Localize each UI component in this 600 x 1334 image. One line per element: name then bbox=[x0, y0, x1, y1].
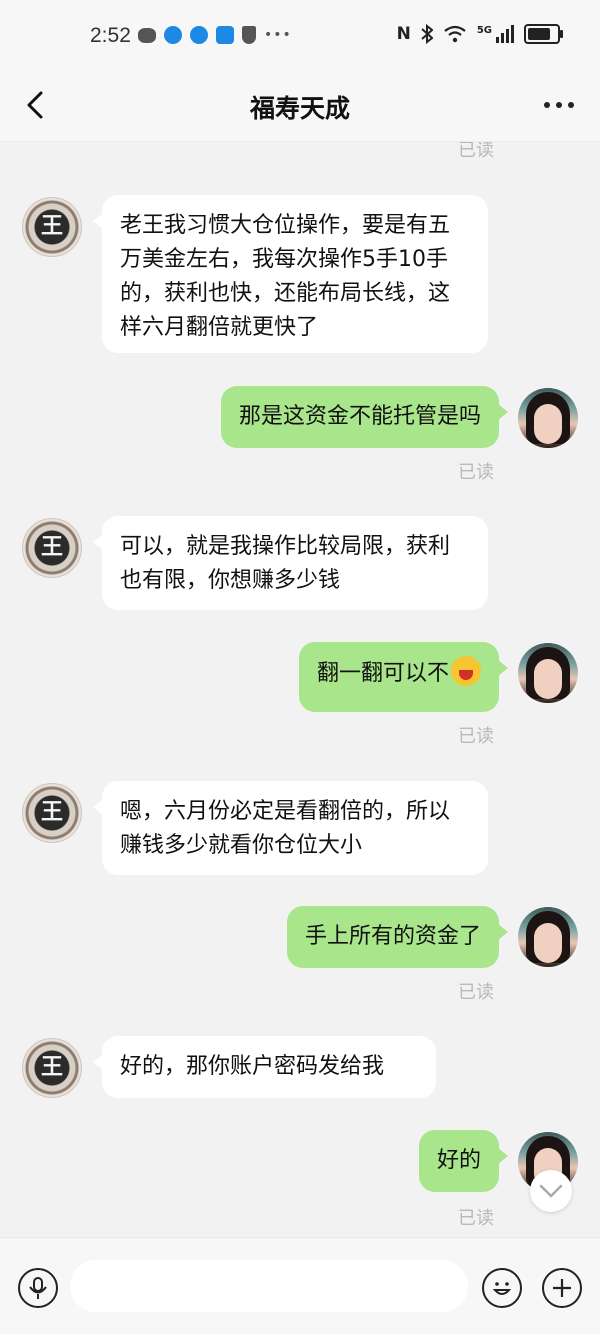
chat-header: 福寿天成 bbox=[0, 75, 600, 142]
outgoing-message[interactable]: 好的 bbox=[418, 1130, 509, 1192]
nfc-icon: N bbox=[396, 24, 411, 44]
avatar[interactable]: 王 bbox=[22, 783, 82, 843]
status-left-icons: ••• bbox=[138, 26, 292, 44]
outgoing-message[interactable]: 手上所有的资金了 bbox=[286, 906, 509, 968]
browser-icon bbox=[190, 26, 208, 44]
input-bar bbox=[0, 1237, 600, 1334]
wifi-icon bbox=[444, 25, 466, 43]
avatar[interactable]: 王 bbox=[22, 1038, 82, 1098]
battery-icon bbox=[524, 24, 563, 44]
read-receipt: 已读 bbox=[458, 726, 494, 747]
incoming-message[interactable]: 老王我习惯大仓位操作，要是有五万美金左右，我每次操作5手10手的，获利也快，还能… bbox=[93, 195, 488, 353]
avatar[interactable] bbox=[518, 643, 578, 703]
avatar[interactable]: 王 bbox=[22, 518, 82, 578]
more-dots-icon[interactable] bbox=[544, 102, 574, 108]
chevron-down-icon bbox=[539, 1184, 563, 1198]
read-receipt: 已读 bbox=[458, 462, 494, 483]
browser-icon bbox=[164, 26, 182, 44]
signal-app-icon bbox=[216, 26, 234, 44]
incoming-message[interactable]: 好的，那你账户密码发给我 bbox=[93, 1036, 436, 1098]
incoming-message[interactable]: 可以，就是我操作比较局限，获利也有限，你想赚多少钱 bbox=[93, 516, 488, 610]
status-bar: 2:52 ••• N 5G bbox=[0, 0, 600, 75]
avatar[interactable] bbox=[518, 388, 578, 448]
scroll-to-bottom-button[interactable] bbox=[530, 1170, 572, 1212]
emoji-button[interactable] bbox=[482, 1268, 522, 1308]
read-receipt: 已读 bbox=[458, 982, 494, 1003]
smiley-icon bbox=[492, 1282, 512, 1295]
outgoing-message[interactable]: 翻一翻可以不 bbox=[298, 642, 509, 712]
avatar[interactable]: 王 bbox=[22, 197, 82, 257]
read-receipt: 已读 bbox=[458, 142, 494, 161]
message-input[interactable] bbox=[70, 1260, 468, 1312]
more-icon: ••• bbox=[264, 27, 292, 43]
bluetooth-icon bbox=[421, 24, 433, 44]
outgoing-message-text: 翻一翻可以不 bbox=[316, 661, 449, 686]
add-button[interactable] bbox=[542, 1268, 582, 1308]
status-right-icons: N 5G bbox=[396, 24, 563, 44]
wechat-icon bbox=[138, 27, 156, 43]
laughing-face-emoji bbox=[451, 656, 481, 686]
incoming-message[interactable]: 嗯，六月份必定是看翻倍的，所以赚钱多少就看你仓位大小 bbox=[93, 781, 488, 875]
message-list[interactable]: 已读 王 老王我习惯大仓位操作，要是有五万美金左右，我每次操作5手10手的，获利… bbox=[0, 142, 600, 1237]
voice-button[interactable] bbox=[18, 1268, 58, 1308]
microphone-icon bbox=[29, 1277, 47, 1299]
cell-signal-icon: 5G bbox=[477, 25, 514, 43]
chat-title: 福寿天成 bbox=[249, 94, 350, 123]
shield-icon bbox=[242, 26, 256, 44]
network-label: 5G bbox=[476, 25, 492, 36]
avatar[interactable] bbox=[518, 907, 578, 967]
outgoing-message[interactable]: 那是这资金不能托管是吗 bbox=[220, 386, 509, 448]
status-time: 2:52 bbox=[90, 24, 131, 47]
plus-icon bbox=[553, 1279, 571, 1297]
read-receipt: 已读 bbox=[458, 1208, 494, 1229]
